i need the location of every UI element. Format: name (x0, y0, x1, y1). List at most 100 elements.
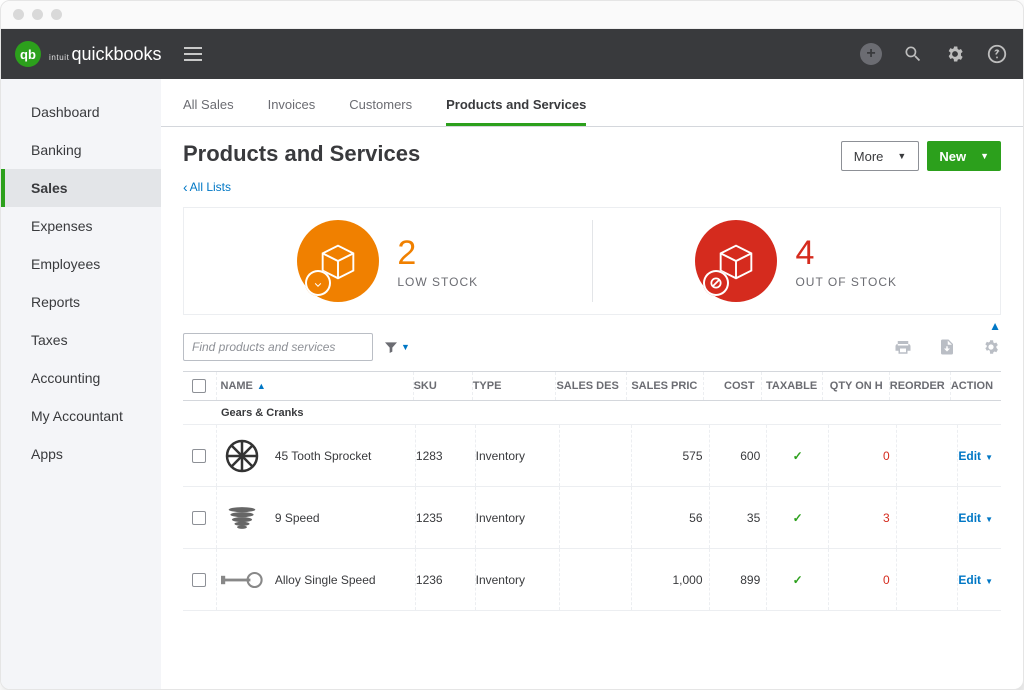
page-title: Products and Services (183, 141, 420, 167)
search-icon[interactable] (901, 42, 925, 66)
col-type[interactable]: TYPE (473, 372, 557, 400)
help-icon[interactable] (985, 42, 1009, 66)
stock-summary: 2 LOW STOCK 4 OUT OF S (183, 207, 1001, 315)
search-input[interactable] (183, 333, 373, 361)
cell-qty: 0 (829, 549, 897, 610)
brand-text: intuit quickbooks (49, 44, 162, 65)
col-name[interactable]: NAME▲ (217, 372, 414, 400)
sidebar-item-sales[interactable]: Sales (1, 169, 161, 207)
table-row: 45 Tooth Sprocket 1283 Inventory 575 600… (183, 425, 1001, 487)
collapse-summary-icon[interactable]: ▲ (989, 319, 1001, 333)
col-cost[interactable]: COST (704, 372, 761, 400)
sidebar-item-banking[interactable]: Banking (1, 131, 161, 169)
quick-create-button[interactable]: + (859, 42, 883, 66)
edit-link[interactable]: Edit▼ (958, 573, 993, 587)
product-thumb (221, 435, 263, 477)
tab-products-services[interactable]: Products and Services (446, 97, 586, 126)
sidebar-item-dashboard[interactable]: Dashboard (1, 93, 161, 131)
edit-link[interactable]: Edit▼ (958, 449, 993, 463)
product-thumb (221, 559, 263, 601)
traffic-light-min[interactable] (32, 9, 43, 20)
cell-price: 56 (632, 487, 710, 548)
low-stock-count: 2 (397, 234, 478, 273)
select-all-checkbox[interactable] (192, 379, 206, 393)
table-header: NAME▲ SKU TYPE SALES DES SALES PRIC COST… (183, 371, 1001, 401)
filter-button[interactable]: ▼ (383, 339, 410, 355)
table-settings-icon[interactable] (981, 337, 1001, 357)
sidebar-item-expenses[interactable]: Expenses (1, 207, 161, 245)
sidebar-item-employees[interactable]: Employees (1, 245, 161, 283)
caret-down-icon: ▼ (985, 515, 993, 524)
cell-tax: ✓ (767, 487, 829, 548)
print-icon[interactable] (893, 337, 913, 357)
cell-type: Inventory (476, 425, 561, 486)
cell-sku: 1236 (416, 549, 476, 610)
product-name: 9 Speed (275, 511, 320, 525)
sidebar-item-reports[interactable]: Reports (1, 283, 161, 321)
traffic-light-max[interactable] (51, 9, 62, 20)
col-sku[interactable]: SKU (414, 372, 473, 400)
cell-type: Inventory (476, 487, 561, 548)
low-stock-card[interactable]: 2 LOW STOCK (184, 220, 592, 302)
product-thumb (221, 497, 263, 539)
cell-qty: 0 (829, 425, 897, 486)
cell-tax: ✓ (767, 425, 829, 486)
out-of-stock-label: OUT OF STOCK (795, 275, 897, 289)
window-titlebar (1, 1, 1023, 29)
sidebar-item-my-accountant[interactable]: My Accountant (1, 397, 161, 435)
product-name: Alloy Single Speed (275, 573, 376, 587)
row-checkbox[interactable] (192, 573, 206, 587)
more-button[interactable]: More ▼ (841, 141, 920, 171)
products-table: NAME▲ SKU TYPE SALES DES SALES PRIC COST… (183, 371, 1001, 611)
cell-type: Inventory (476, 549, 561, 610)
cell-sku: 1283 (416, 425, 476, 486)
group-row: Gears & Cranks (183, 401, 1001, 425)
out-of-stock-card[interactable]: 4 OUT OF STOCK (592, 220, 1001, 302)
tab-invoices[interactable]: Invoices (268, 97, 316, 126)
col-sales-desc[interactable]: SALES DES (556, 372, 627, 400)
row-checkbox[interactable] (192, 511, 206, 525)
caret-down-icon: ▼ (985, 453, 993, 462)
cell-cost: 600 (710, 425, 768, 486)
export-icon[interactable] (937, 337, 957, 357)
sidebar-item-accounting[interactable]: Accounting (1, 359, 161, 397)
col-sales-price[interactable]: SALES PRIC (627, 372, 704, 400)
cell-sku: 1235 (416, 487, 476, 548)
table-row: Alloy Single Speed 1236 Inventory 1,000 … (183, 549, 1001, 611)
traffic-light-close[interactable] (13, 9, 24, 20)
hamburger-icon[interactable] (184, 47, 202, 61)
chevron-left-icon: ‹ (183, 179, 188, 195)
cell-price: 575 (632, 425, 710, 486)
product-name: 45 Tooth Sprocket (275, 449, 372, 463)
sidebar-item-taxes[interactable]: Taxes (1, 321, 161, 359)
arrow-down-icon (305, 270, 331, 296)
more-button-label: More (854, 149, 884, 164)
col-action: ACTION (951, 372, 1001, 400)
new-button[interactable]: New ▼ (927, 141, 1001, 171)
sidebar-item-apps[interactable]: Apps (1, 435, 161, 473)
gear-icon[interactable] (943, 42, 967, 66)
brand-main: quickbooks (72, 44, 162, 65)
edit-link[interactable]: Edit▼ (958, 511, 993, 525)
out-of-stock-badge (695, 220, 777, 302)
brand-sup: intuit (49, 53, 70, 62)
sidebar: Dashboard Banking Sales Expenses Employe… (1, 79, 161, 689)
brand-logo[interactable]: qb (15, 41, 41, 67)
new-button-label: New (939, 149, 966, 164)
sales-tabs: All Sales Invoices Customers Products an… (161, 79, 1023, 127)
cell-tax: ✓ (767, 549, 829, 610)
tab-all-sales[interactable]: All Sales (183, 97, 234, 126)
all-lists-label: All Lists (190, 180, 231, 194)
cell-cost: 899 (710, 549, 768, 610)
tab-customers[interactable]: Customers (349, 97, 412, 126)
caret-down-icon: ▼ (897, 151, 906, 161)
all-lists-link[interactable]: ‹ All Lists (183, 179, 1023, 195)
row-checkbox[interactable] (192, 449, 206, 463)
col-taxable[interactable]: TAXABLE (762, 372, 823, 400)
caret-down-icon: ▼ (980, 151, 989, 161)
col-reorder[interactable]: REORDER (890, 372, 951, 400)
col-qty[interactable]: QTY ON H (823, 372, 890, 400)
no-entry-icon (703, 270, 729, 296)
sort-asc-icon: ▲ (257, 381, 266, 391)
low-stock-badge (297, 220, 379, 302)
